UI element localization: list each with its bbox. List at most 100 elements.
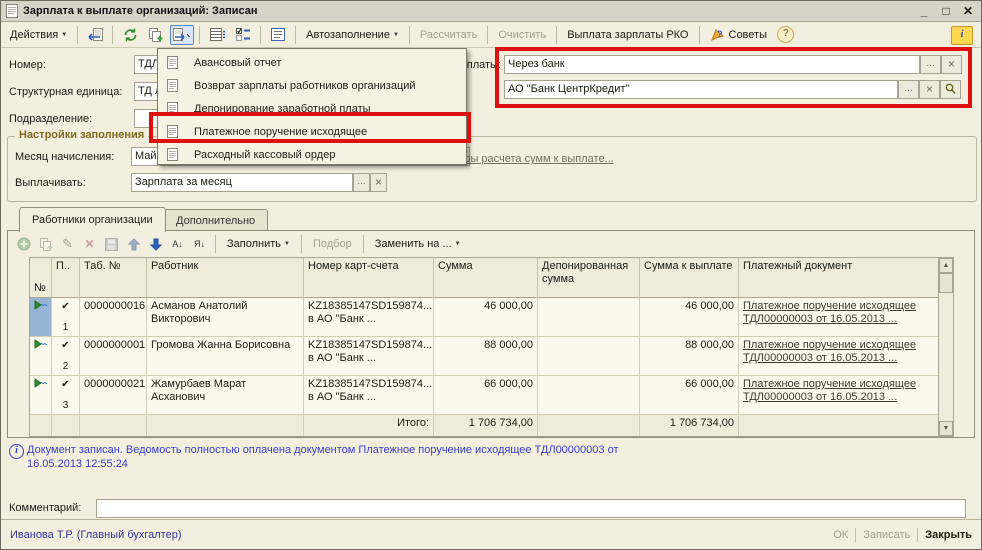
move-down-button[interactable]: [146, 235, 165, 253]
header-pay-flag[interactable]: П..: [52, 258, 80, 298]
close-button[interactable]: Закрыть: [925, 529, 972, 541]
actions-button[interactable]: Действия ▼: [5, 25, 72, 45]
payment-doc-link[interactable]: ТДЛ00000003 от 16.05.2013 ...: [743, 352, 934, 365]
footer-separator: [917, 528, 918, 542]
toolbar-separator: [556, 26, 557, 44]
show-description-button[interactable]: [266, 25, 290, 45]
row-indicator-cell[interactable]: [30, 298, 52, 337]
payment-doc-link[interactable]: ТДЛ00000003 от 16.05.2013 ...: [743, 313, 934, 326]
copy-document-button[interactable]: [144, 25, 168, 45]
minimize-icon[interactable]: _: [916, 4, 932, 19]
employee-cell[interactable]: Жамурбаев Марат Асханович: [147, 376, 304, 415]
pay-flag-cell[interactable]: ✔ 1: [52, 298, 80, 337]
header-payout[interactable]: Сумма к выплате: [640, 258, 739, 298]
list-settings-icon: [210, 28, 225, 41]
pay-out-clear-icon[interactable]: ×: [370, 173, 387, 192]
toolbar-separator: [215, 235, 216, 253]
header-tab-number[interactable]: Таб. №: [80, 258, 147, 298]
help-button[interactable]: ?: [774, 25, 798, 45]
rko-payment-button[interactable]: Выплата зарплаты РКО: [562, 25, 693, 45]
payout-cell[interactable]: 46 000,00: [640, 298, 739, 337]
payment-doc-link[interactable]: Платежное поручение исходящее: [743, 378, 934, 391]
row-indicator-cell[interactable]: [30, 376, 52, 415]
info-button[interactable]: i: [951, 26, 973, 45]
sort-desc-button[interactable]: Я↓: [190, 235, 209, 253]
header-sum[interactable]: Сумма: [434, 258, 538, 298]
payment-doc-link[interactable]: ТДЛ00000003 от 16.05.2013 ...: [743, 391, 934, 404]
list-settings-button[interactable]: [205, 25, 229, 45]
tips-button[interactable]: ? Советы: [705, 25, 772, 45]
responsible-person: Иванова Т.Р. (Главный бухгалтер): [10, 529, 182, 541]
total-label-cell: Итого:: [304, 415, 434, 436]
deposited-cell[interactable]: [538, 337, 640, 376]
highlight-box-menu-item: [149, 112, 471, 143]
menu-item-label: Возврат зарплаты работников организаций: [194, 80, 416, 92]
move-up-button: [124, 235, 143, 253]
row-number: 1: [52, 321, 79, 334]
deposited-cell[interactable]: [538, 376, 640, 415]
create-based-on-button[interactable]: [170, 25, 194, 45]
scroll-down-icon[interactable]: ▼: [939, 421, 953, 436]
account-line1: KZ18385147SD159874...: [308, 300, 429, 313]
employee-cell[interactable]: Асманов Анатолий Викторович: [147, 298, 304, 337]
document-arrow-right-icon: [172, 28, 192, 42]
payout-cell[interactable]: 66 000,00: [640, 376, 739, 415]
checkbox-settings-button[interactable]: [231, 25, 255, 45]
sum-cell[interactable]: 88 000,00: [434, 337, 538, 376]
title-bar: Зарплата к выплате организаций: Записан …: [1, 1, 981, 22]
account-cell[interactable]: KZ18385147SD159874... в АО "Банк ...: [304, 298, 434, 337]
pay-out-field[interactable]: Зарплата за месяц: [131, 173, 353, 192]
deposited-cell[interactable]: [538, 298, 640, 337]
employee-cell[interactable]: Громова Жанна Борисовна: [147, 337, 304, 376]
arrow-up-icon: [128, 238, 140, 251]
fill-button[interactable]: Заполнить ▼: [222, 234, 295, 254]
check-icon: ✔: [61, 340, 69, 351]
pay-flag-cell[interactable]: ✔ 3: [52, 376, 80, 415]
scroll-thumb[interactable]: [939, 273, 953, 293]
account-cell[interactable]: KZ18385147SD159874... в АО "Банк ...: [304, 376, 434, 415]
payment-doc-link[interactable]: Платежное поручение исходящее: [743, 300, 934, 313]
tab-number-cell[interactable]: 0000000016: [80, 298, 147, 337]
close-icon[interactable]: ✕: [960, 4, 976, 19]
copy-plus-icon: [148, 28, 164, 42]
menu-item-label: Расходный кассовый ордер: [194, 149, 335, 161]
fill-label: Заполнить: [227, 238, 281, 250]
menu-item-cash-expense-order[interactable]: Расходный кассовый ордер: [158, 143, 466, 166]
window-title: Зарплата к выплате организаций: Записан: [23, 5, 258, 17]
row-marker-icon: [34, 378, 48, 388]
sort-asc-button[interactable]: А↓: [168, 235, 187, 253]
payment-doc-cell: Платежное поручение исходящее ТДЛ0000000…: [739, 337, 939, 376]
menu-item-advance-report[interactable]: Авансовый отчет: [158, 51, 466, 74]
payout-cell[interactable]: 88 000,00: [640, 337, 739, 376]
pay-out-select-icon[interactable]: ...: [353, 173, 370, 192]
fill-settings-title: Настройки заполнения: [15, 129, 148, 141]
scroll-up-icon[interactable]: ▲: [939, 258, 953, 273]
tab-number-cell[interactable]: 0000000001: [80, 337, 147, 376]
maximize-icon[interactable]: □: [938, 4, 954, 19]
payment-doc-link[interactable]: Платежное поручение исходящее: [743, 339, 934, 352]
tips-icon: ?: [710, 28, 725, 42]
tab-additional[interactable]: Дополнительно: [163, 209, 268, 231]
replace-button[interactable]: Заменить на ... ▼: [370, 234, 466, 254]
caret-down-icon: ▼: [393, 32, 399, 38]
arrow-down-icon: [150, 238, 162, 251]
header-account[interactable]: Номер карт-счета: [304, 258, 434, 298]
autofill-button[interactable]: Автозаполнение ▼: [301, 25, 404, 45]
pay-flag-cell[interactable]: ✔ 2: [52, 337, 80, 376]
write-document-button[interactable]: [83, 25, 107, 45]
row-indicator-cell[interactable]: [30, 337, 52, 376]
tab-number-cell[interactable]: 0000000021: [80, 376, 147, 415]
menu-item-salary-return[interactable]: Возврат зарплаты работников организаций: [158, 74, 466, 97]
table-scrollbar[interactable]: ▲ ▼: [938, 257, 954, 437]
account-cell[interactable]: KZ18385147SD159874... в АО "Банк ...: [304, 337, 434, 376]
sum-cell[interactable]: 66 000,00: [434, 376, 538, 415]
header-deposited[interactable]: Депонированная сумма: [538, 258, 640, 298]
header-payment-doc[interactable]: Платежный документ: [739, 258, 939, 298]
header-employee[interactable]: Работник: [147, 258, 304, 298]
tab-additional-label: Дополнительно: [176, 215, 255, 227]
comment-input[interactable]: [96, 499, 966, 518]
sum-cell[interactable]: 46 000,00: [434, 298, 538, 337]
pick-button: Подбор: [308, 234, 357, 254]
refresh-button[interactable]: [118, 25, 142, 45]
tab-employees[interactable]: Работники организации: [19, 207, 166, 232]
